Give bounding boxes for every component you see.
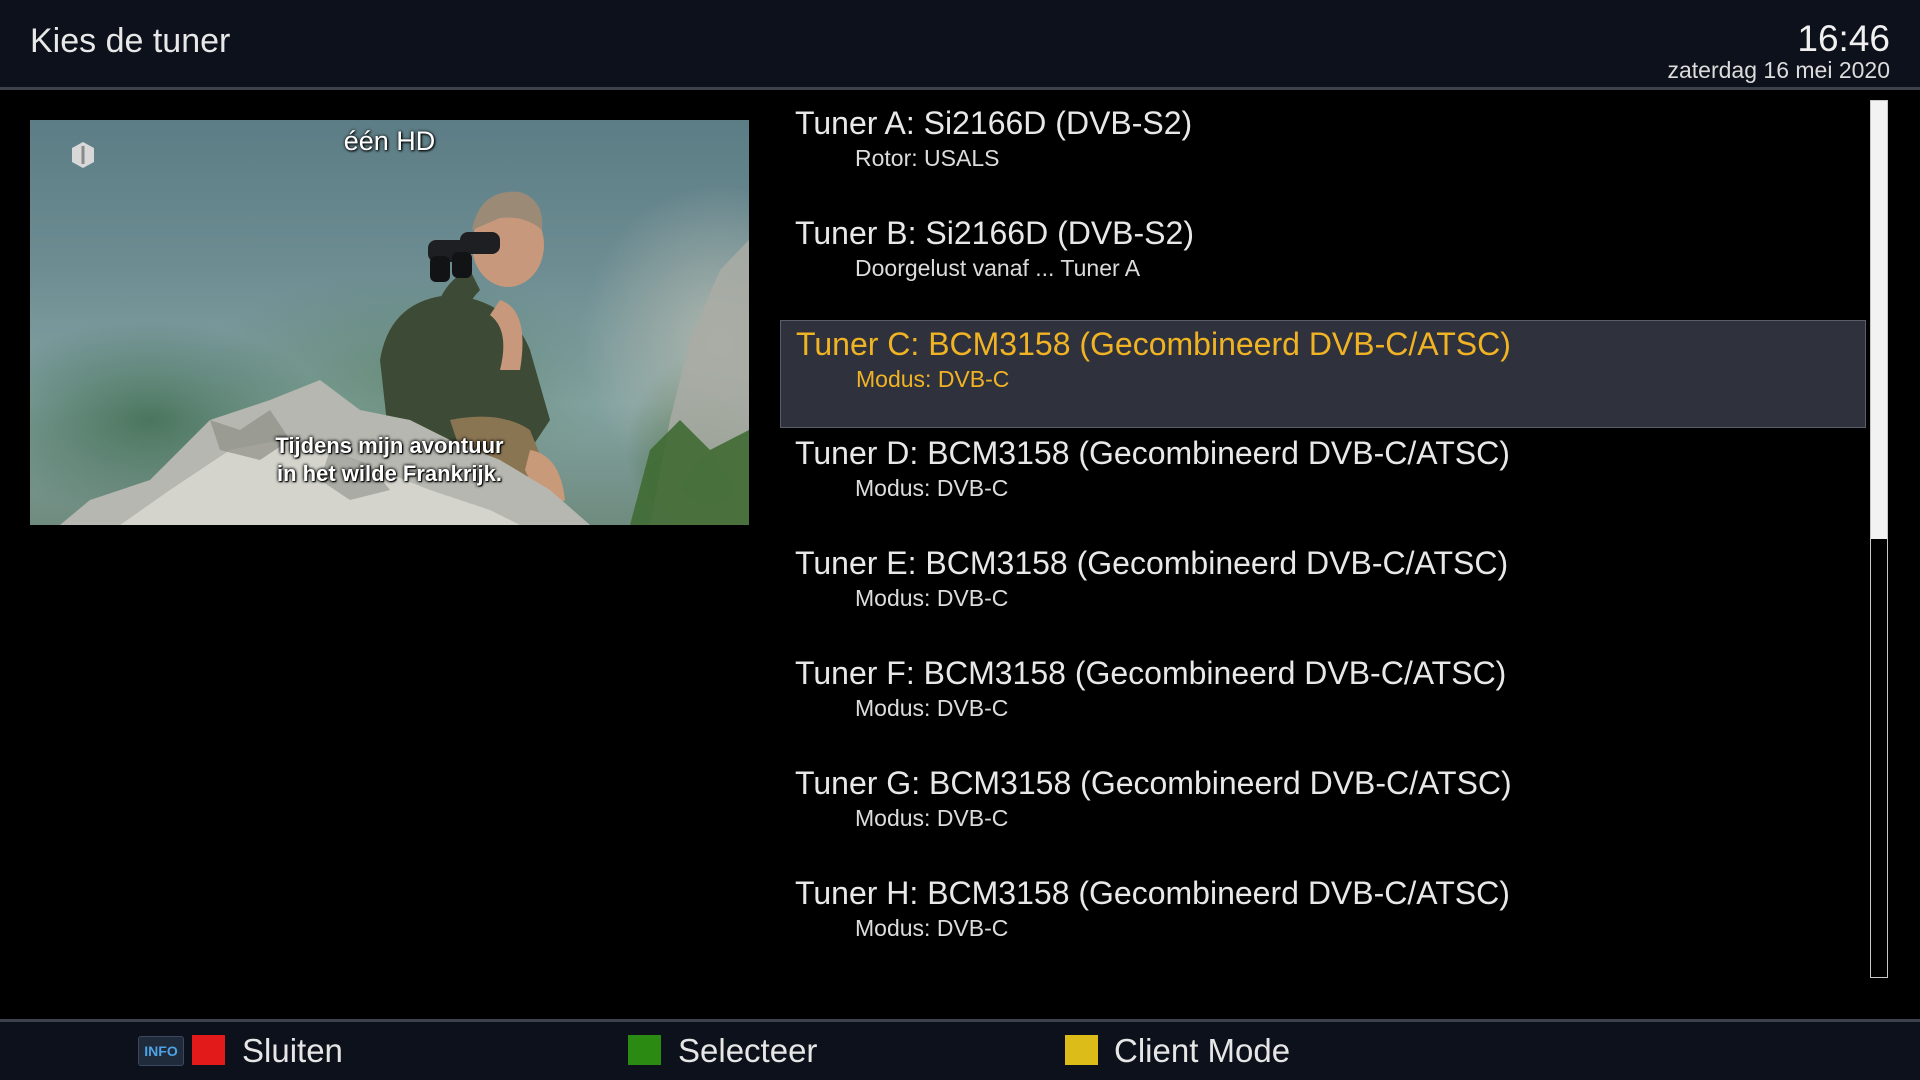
red-button-icon[interactable] (192, 1035, 225, 1065)
tuner-title: Tuner B: Si2166D (DVB-S2) (795, 215, 1194, 251)
info-button-icon[interactable]: INFO (138, 1036, 184, 1066)
scrollbar-thumb[interactable] (1871, 101, 1887, 539)
subtitle-line-2: in het wilde Frankrijk. (277, 461, 502, 486)
clock-time: 16:46 (1797, 18, 1890, 59)
footer-bar: INFO Sluiten Selecteer Client Mode (0, 1019, 1920, 1080)
tuner-title: Tuner G: BCM3158 (Gecombineerd DVB-C/ATS… (795, 765, 1512, 801)
tuner-title: Tuner A: Si2166D (DVB-S2) (795, 105, 1193, 141)
clock-date: zaterdag 16 mei 2020 (1667, 57, 1891, 83)
tuner-item-e[interactable]: Tuner E: BCM3158 (Gecombineerd DVB-C/ATS… (780, 540, 1866, 648)
tuner-item-g[interactable]: Tuner G: BCM3158 (Gecombineerd DVB-C/ATS… (780, 760, 1866, 868)
page-title: Kies de tuner (30, 22, 231, 60)
tuner-title: Tuner F: BCM3158 (Gecombineerd DVB-C/ATS… (795, 655, 1507, 691)
client-mode-button-label[interactable]: Client Mode (1114, 1032, 1290, 1070)
channel-name: één HD (343, 126, 436, 156)
subtitle-line-1: Tijdens mijn avontuur (275, 433, 504, 458)
tuner-title: Tuner E: BCM3158 (Gecombineerd DVB-C/ATS… (795, 545, 1509, 581)
video-preview: één HD Tijdens mijn avontuur in het wild… (30, 120, 749, 525)
tuner-detail: Modus: DVB-C (855, 475, 1009, 501)
tuner-title: Tuner H: BCM3158 (Gecombineerd DVB-C/ATS… (795, 875, 1510, 911)
select-button-label[interactable]: Selecteer (678, 1032, 817, 1070)
green-button-icon[interactable] (628, 1035, 661, 1065)
tuner-selection-screen: Kies de tuner 16:46 zaterdag 16 mei 2020 (0, 0, 1920, 1080)
tuner-detail: Modus: DVB-C (856, 366, 1010, 392)
tuner-item-c[interactable]: Tuner C: BCM3158 (Gecombineerd DVB-C/ATS… (780, 320, 1866, 428)
close-button-label[interactable]: Sluiten (242, 1032, 343, 1070)
tuner-detail: Modus: DVB-C (855, 915, 1009, 941)
tuner-detail: Modus: DVB-C (855, 805, 1009, 831)
tuner-title: Tuner C: BCM3158 (Gecombineerd DVB-C/ATS… (796, 326, 1511, 362)
tuner-item-h[interactable]: Tuner H: BCM3158 (Gecombineerd DVB-C/ATS… (780, 870, 1866, 978)
header-bar: Kies de tuner 16:46 zaterdag 16 mei 2020 (0, 0, 1920, 90)
tuner-item-a[interactable]: Tuner A: Si2166D (DVB-S2) Rotor: USALS (780, 100, 1866, 208)
tuner-list[interactable]: Tuner A: Si2166D (DVB-S2) Rotor: USALS T… (780, 100, 1866, 980)
tuner-title: Tuner D: BCM3158 (Gecombineerd DVB-C/ATS… (795, 435, 1510, 471)
tuner-item-d[interactable]: Tuner D: BCM3158 (Gecombineerd DVB-C/ATS… (780, 430, 1866, 538)
yellow-button-icon[interactable] (1065, 1035, 1098, 1065)
tuner-item-b[interactable]: Tuner B: Si2166D (DVB-S2) Doorgelust van… (780, 210, 1866, 318)
tuner-detail: Modus: DVB-C (855, 585, 1009, 611)
tuner-detail: Doorgelust vanaf ... Tuner A (855, 255, 1141, 281)
tuner-detail: Rotor: USALS (855, 145, 1000, 171)
tuner-detail: Modus: DVB-C (855, 695, 1009, 721)
tuner-item-f[interactable]: Tuner F: BCM3158 (Gecombineerd DVB-C/ATS… (780, 650, 1866, 758)
list-scrollbar[interactable] (1870, 100, 1888, 978)
